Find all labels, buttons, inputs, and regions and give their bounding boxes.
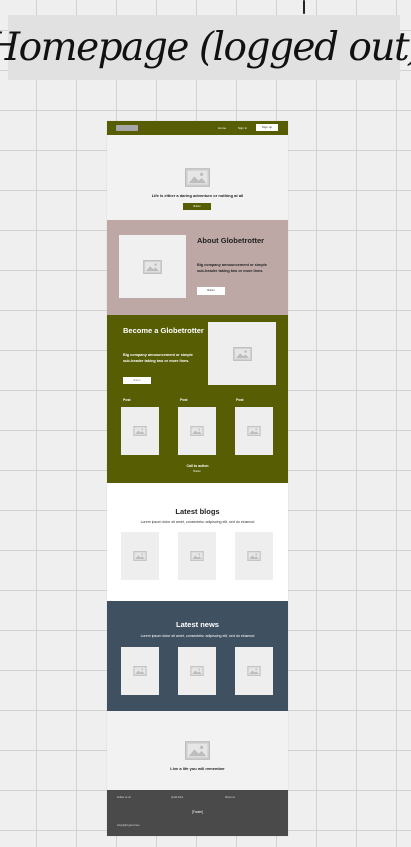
become-heading: Become a Globetrotter xyxy=(123,326,204,335)
footer-label: [Footer] xyxy=(192,810,203,814)
news-card[interactable] xyxy=(178,647,216,695)
footer-link[interactable]: Follow us on xyxy=(117,796,131,799)
post-card[interactable] xyxy=(235,407,273,455)
footer-hero-section: Live a life you will remember xyxy=(107,711,288,790)
footer-link[interactable]: About us xyxy=(225,796,235,799)
post-label: Post xyxy=(236,398,244,402)
top-nav: Home Sign in Sign up xyxy=(107,121,288,135)
post-label: Post xyxy=(180,398,188,402)
image-placeholder-icon xyxy=(133,551,147,561)
sign-up-button[interactable]: Sign up xyxy=(256,124,278,131)
about-heading: About Globetrotter xyxy=(197,236,265,245)
footer-link[interactable]: Quick links xyxy=(171,796,183,799)
blog-card[interactable] xyxy=(235,532,273,580)
image-placeholder-icon xyxy=(247,666,261,676)
wireframe-frame: Home Sign in Sign up Life is either a da… xyxy=(107,121,288,836)
footer-label-text: Footer xyxy=(192,810,203,814)
call-to-action-button[interactable]: Button xyxy=(191,470,203,473)
image-placeholder-icon xyxy=(143,259,162,274)
blogs-subtitle: Lorem ipsum dolor sit amet, consectetur … xyxy=(140,520,255,524)
news-card[interactable] xyxy=(235,647,273,695)
image-placeholder-icon xyxy=(247,426,261,436)
about-text: Big company announcement or simple sub-h… xyxy=(197,263,267,273)
copyright-text: Copyright goes here xyxy=(117,824,140,827)
become-text: Big company announcement or simple sub-h… xyxy=(123,353,193,363)
image-placeholder-icon xyxy=(185,168,210,187)
image-placeholder-icon xyxy=(190,551,204,561)
news-subtitle: Lorem ipsum dolor sit amet, consectetur … xyxy=(140,634,255,638)
board-title-card: Homepage (logged out) xyxy=(0,15,411,80)
become-button[interactable]: Button xyxy=(123,377,151,384)
footer-hero-tagline: Live a life you will remember xyxy=(170,766,225,771)
blog-card[interactable] xyxy=(178,532,216,580)
image-placeholder-icon xyxy=(190,426,204,436)
nav-sign-in-link[interactable]: Sign in xyxy=(238,125,247,131)
become-image xyxy=(208,322,276,385)
call-to-action-text: Call to action xyxy=(186,464,209,468)
image-placeholder-icon xyxy=(133,426,147,436)
blogs-heading: Latest blogs xyxy=(175,507,220,516)
nav-home-link[interactable]: Home xyxy=(218,125,226,131)
become-section: Become a Globetrotter Big company announ… xyxy=(107,315,288,483)
about-button[interactable]: Button xyxy=(197,287,225,295)
image-placeholder-icon xyxy=(190,666,204,676)
post-card[interactable] xyxy=(178,407,216,455)
image-placeholder-icon xyxy=(133,666,147,676)
connector-line xyxy=(303,0,305,14)
news-heading: Latest news xyxy=(176,620,219,629)
about-image xyxy=(119,235,186,298)
logo-placeholder[interactable] xyxy=(116,125,138,131)
image-placeholder-icon xyxy=(247,551,261,561)
hero-tagline: Life is either a daring adventure or not… xyxy=(151,193,244,198)
board-title: Homepage (logged out) xyxy=(0,25,411,70)
news-card[interactable] xyxy=(121,647,159,695)
post-card[interactable] xyxy=(121,407,159,455)
hero-button[interactable]: Button xyxy=(183,203,211,210)
latest-blogs-section: Latest blogs Lorem ipsum dolor sit amet,… xyxy=(107,483,288,601)
post-label: Post xyxy=(123,398,131,402)
latest-news-section: Latest news Lorem ipsum dolor sit amet, … xyxy=(107,601,288,711)
footer: Follow us on Quick links About us [Foote… xyxy=(107,790,288,836)
image-placeholder-icon xyxy=(232,346,252,361)
image-placeholder-icon xyxy=(185,741,210,760)
about-section: About Globetrotter Big company announcem… xyxy=(107,220,288,315)
blog-card[interactable] xyxy=(121,532,159,580)
hero-section: Life is either a daring adventure or not… xyxy=(107,135,288,220)
